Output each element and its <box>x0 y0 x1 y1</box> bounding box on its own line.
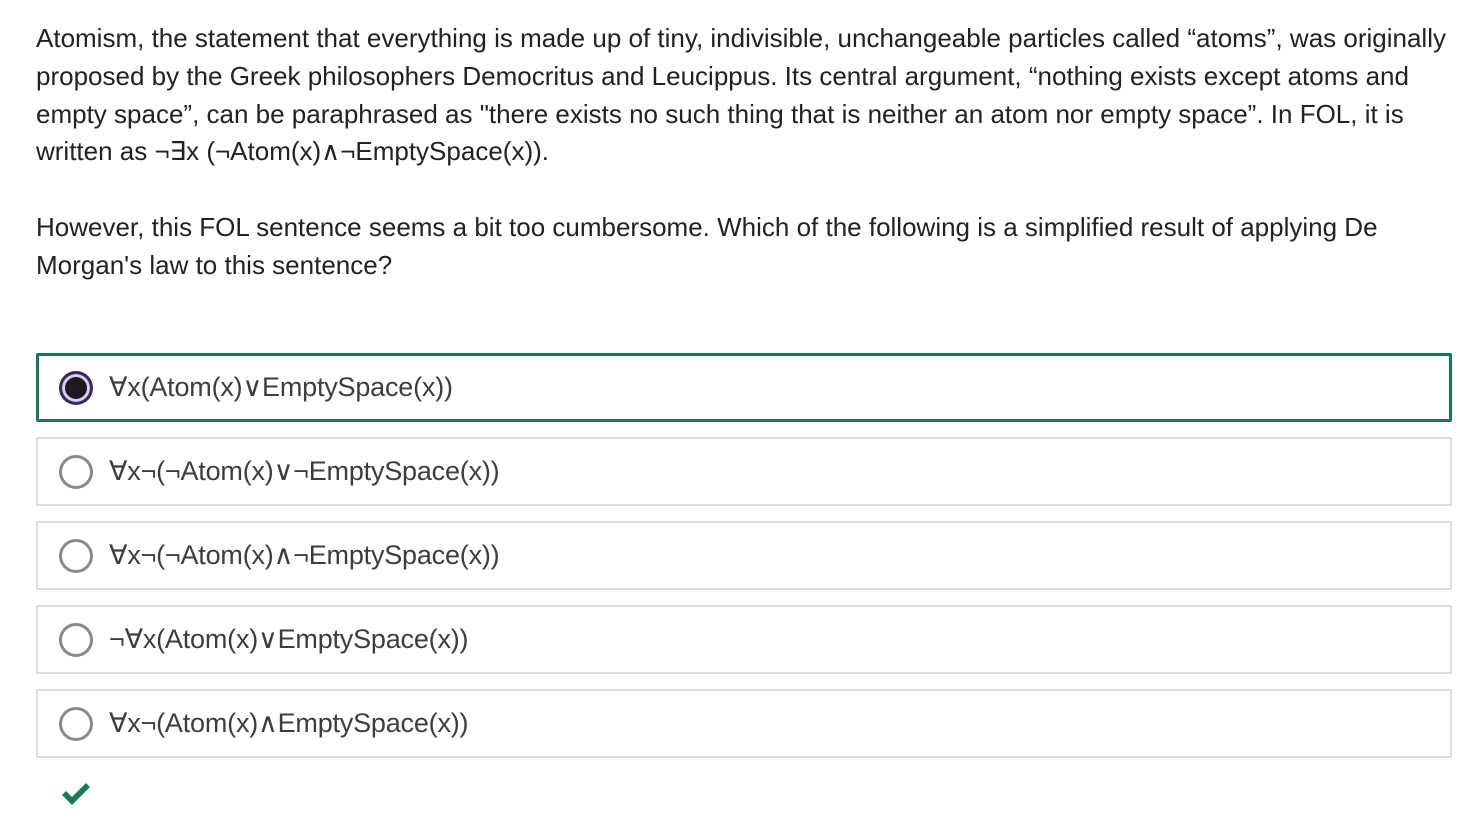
radio-button[interactable] <box>59 706 93 741</box>
answer-option-2[interactable]: ∀x¬(¬Atom(x)∨¬EmptySpace(x)) <box>36 437 1452 506</box>
answer-option-5[interactable]: ∀x¬(Atom(x)∧EmptySpace(x)) <box>36 689 1452 758</box>
checkmark-icon <box>62 783 90 805</box>
radio-button-selected[interactable] <box>59 370 93 405</box>
answer-options: ∀x(Atom(x)∨EmptySpace(x)) ∀x¬(¬Atom(x)∨¬… <box>36 353 1452 773</box>
question-paragraph-1: Atomism, the statement that everything i… <box>36 23 1446 167</box>
answer-option-label: ∀x¬(¬Atom(x)∨¬EmptySpace(x)) <box>109 456 500 486</box>
answer-option-label: ∀x¬(Atom(x)∧EmptySpace(x)) <box>109 708 469 738</box>
radio-button[interactable] <box>59 538 93 573</box>
radio-button[interactable] <box>59 454 93 489</box>
answer-option-1[interactable]: ∀x(Atom(x)∨EmptySpace(x)) <box>36 353 1452 422</box>
answer-option-label: ¬∀x(Atom(x)∨EmptySpace(x)) <box>109 624 469 654</box>
radio-button[interactable] <box>59 622 93 657</box>
answer-option-4[interactable]: ¬∀x(Atom(x)∨EmptySpace(x)) <box>36 605 1452 674</box>
answer-option-label: ∀x¬(¬Atom(x)∧¬EmptySpace(x)) <box>109 540 500 570</box>
answer-option-label: ∀x(Atom(x)∨EmptySpace(x)) <box>109 372 453 402</box>
answer-option-3[interactable]: ∀x¬(¬Atom(x)∧¬EmptySpace(x)) <box>36 521 1452 590</box>
question-text: Atomism, the statement that everything i… <box>36 20 1452 285</box>
question-paragraph-2: However, this FOL sentence seems a bit t… <box>36 211 1378 280</box>
